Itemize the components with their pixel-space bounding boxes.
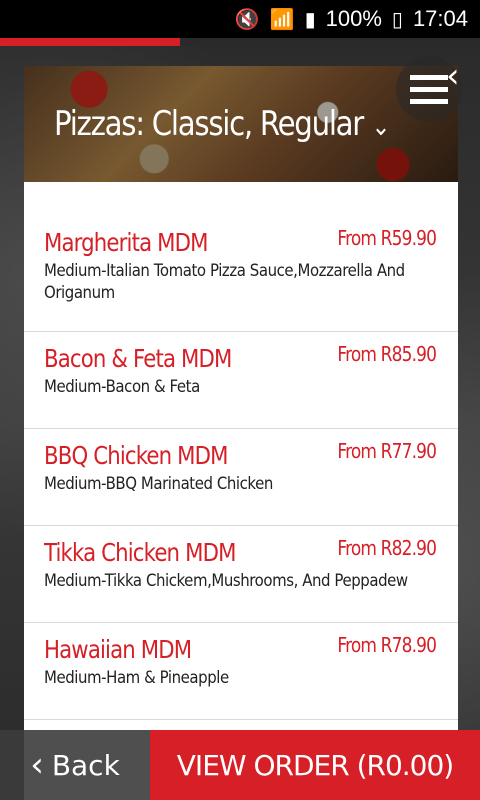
menu-item[interactable]: BBQ Chicken MDM From R77.90 Medium-BBQ M… xyxy=(24,429,458,526)
menu-bar xyxy=(410,98,448,104)
menu-bar xyxy=(410,86,448,92)
bottom-bar: ‹ Back VIEW ORDER (R0.00) xyxy=(0,730,480,800)
item-description: Medium-Italian Tomato Pizza Sauce,Mozzar… xyxy=(44,261,405,303)
chevron-left-icon[interactable]: ‹ xyxy=(446,56,460,96)
item-price: From R77.90 xyxy=(337,439,437,463)
menu-item[interactable]: Tikka Chicken MDM From R82.90 Medium-Tik… xyxy=(24,526,458,623)
menu-list: Margherita MDM From R59.90 Medium-Italia… xyxy=(24,216,458,720)
item-name: Margherita MDM xyxy=(44,228,208,257)
item-price: From R85.90 xyxy=(337,342,437,366)
menu-card: Pizzas: Classic, Regular ⌄ Margherita MDM… xyxy=(24,66,458,800)
mute-icon: 🔇 xyxy=(234,8,260,31)
menu-bar xyxy=(410,74,448,80)
item-name: Bacon & Feta MDM xyxy=(44,344,232,373)
signal-icon: ▮ xyxy=(304,8,316,31)
category-title[interactable]: Pizzas: Classic, Regular ⌄ xyxy=(54,104,391,144)
item-description: Medium-Bacon & Feta xyxy=(44,377,200,397)
view-order-label: VIEW ORDER (R0.00) xyxy=(176,748,454,782)
item-name: Tikka Chicken MDM xyxy=(44,538,236,567)
chevron-down-icon[interactable]: ⌄ xyxy=(372,112,391,142)
item-name: Hawaiian MDM xyxy=(44,635,192,664)
status-time: 17:04 xyxy=(412,6,468,31)
wifi-icon: 📶 xyxy=(269,8,295,31)
item-description: Medium-Tikka Chickem,Mushrooms, And Pepp… xyxy=(44,571,408,591)
item-price: From R78.90 xyxy=(337,633,437,657)
loading-progress xyxy=(0,38,480,46)
item-description: Medium-BBQ Marinated Chicken xyxy=(44,474,273,494)
battery-icon: ▯ xyxy=(391,8,403,31)
view-order-button[interactable]: VIEW ORDER (R0.00) xyxy=(150,730,480,800)
progress-fill xyxy=(0,38,180,46)
item-description: Medium-Ham & Pineapple xyxy=(44,668,229,688)
chevron-left-icon: ‹ xyxy=(30,745,44,785)
item-name: BBQ Chicken MDM xyxy=(44,441,229,470)
category-header[interactable]: Pizzas: Classic, Regular ⌄ xyxy=(24,66,458,182)
battery-percentage: 100% xyxy=(325,6,382,31)
status-bar: 🔇 📶 ▮ 100% ▯ 17:04 xyxy=(0,0,480,38)
item-price: From R59.90 xyxy=(337,226,437,250)
menu-item[interactable]: Bacon & Feta MDM From R85.90 Medium-Baco… xyxy=(24,332,458,429)
item-price: From R82.90 xyxy=(337,536,437,560)
menu-item[interactable]: Hawaiian MDM From R78.90 Medium-Ham & Pi… xyxy=(24,623,458,720)
back-button[interactable]: ‹ Back xyxy=(0,730,150,800)
category-title-text: Pizzas: Classic, Regular xyxy=(54,104,364,144)
back-label: Back xyxy=(51,748,120,782)
menu-item[interactable]: Margherita MDM From R59.90 Medium-Italia… xyxy=(24,216,458,332)
